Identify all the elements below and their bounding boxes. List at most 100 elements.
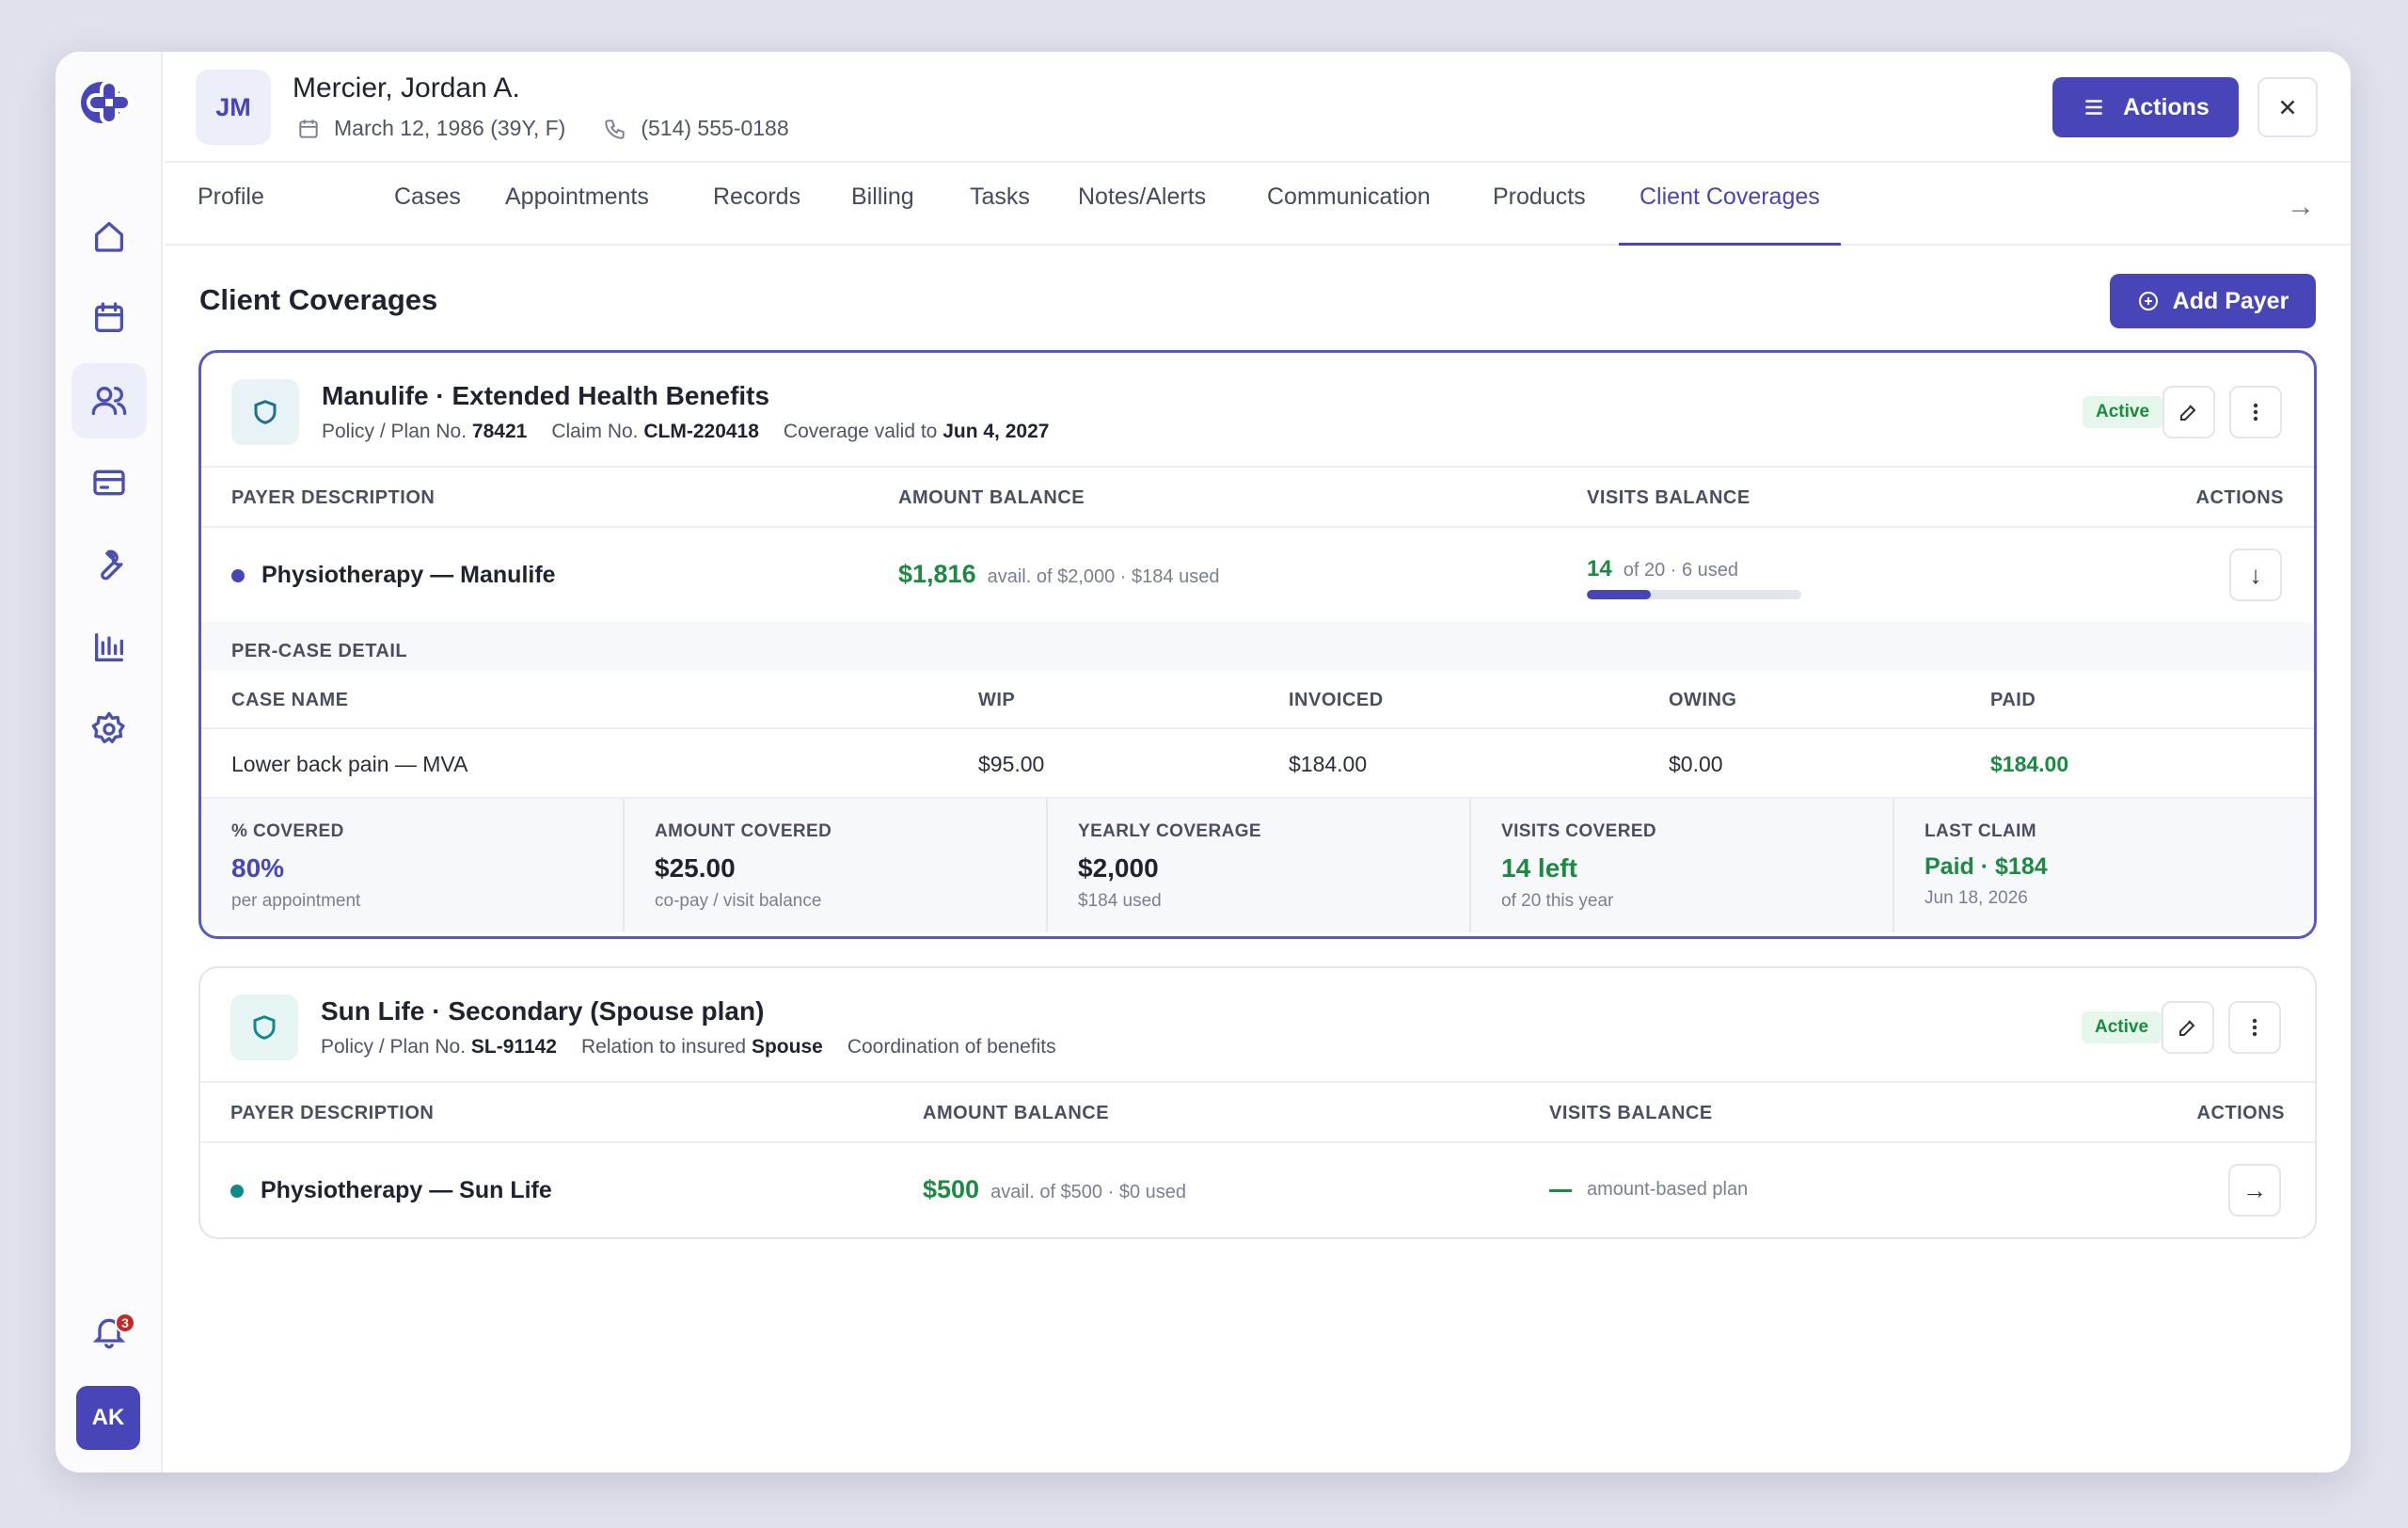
add-payer-button[interactable]: Add Payer: [2110, 274, 2316, 328]
tab-tasks[interactable]: Tasks: [970, 183, 1030, 246]
credit-card-icon: [93, 470, 125, 496]
case-table-header: CASE NAME WIP INVOICED OWING PAID: [201, 671, 2314, 729]
per-case-detail: PER-CASE DETAIL CASE NAME WIP INVOICED O…: [201, 622, 2314, 799]
more-options-button[interactable]: [2228, 1001, 2281, 1054]
tab-bar: Profile Cases Appointments Records Billi…: [165, 163, 2351, 246]
nav-settings[interactable]: [71, 692, 147, 767]
gear-icon: [91, 711, 125, 743]
edit-button[interactable]: [2162, 386, 2215, 438]
more-vertical-icon: [2253, 403, 2258, 422]
coverage-stats: % COVERED 80% per appointment AMOUNT COV…: [201, 799, 2314, 932]
patient-header: JM Mercier, Jordan A. March 12, 1986 (39…: [165, 52, 2351, 163]
relation: Spouse: [751, 1036, 823, 1058]
nav-reports[interactable]: [71, 610, 147, 685]
case-invoiced: $184.00: [1289, 752, 1368, 776]
home-icon: [95, 222, 123, 252]
patient-phone[interactable]: (514) 555-0188: [641, 116, 788, 141]
payer-row[interactable]: Physiotherapy — Sun Life $500 avail. of $…: [200, 1143, 2315, 1237]
tab-notes-alerts[interactable]: Notes/Alerts: [1078, 183, 1206, 246]
dash-icon: [1549, 1189, 1572, 1193]
close-button[interactable]: [2258, 77, 2318, 137]
main-content: JM Mercier, Jordan A. March 12, 1986 (39…: [165, 52, 2351, 1472]
payer-table-header: PAYER DESCRIPTION AMOUNT BALANCE VISITS …: [200, 1083, 2315, 1143]
tab-profile[interactable]: Profile: [198, 183, 264, 246]
close-icon: [2280, 100, 2295, 115]
visits-progress-bar: [1587, 590, 1801, 599]
tab-cases[interactable]: Cases: [394, 183, 461, 246]
tab-communication[interactable]: Communication: [1267, 183, 1431, 246]
edit-icon: [2179, 1020, 2195, 1036]
payer-row[interactable]: Physiotherapy — Manulife $1,816 avail. of…: [201, 528, 2314, 622]
valid-date: Jun 4, 2027: [943, 421, 1050, 442]
coverage-card-sunlife: Sun Life · Secondary (Spouse plan) Polic…: [198, 966, 2317, 1239]
sidebar: 3 AK: [55, 52, 163, 1472]
tab-products[interactable]: Products: [1493, 183, 1586, 246]
coverage-card-header: Manulife · Extended Health Benefits Poli…: [201, 353, 2314, 468]
status-dot: [231, 569, 245, 582]
more-options-button[interactable]: [2229, 386, 2282, 438]
open-button[interactable]: →: [2228, 1164, 2281, 1217]
nav-home[interactable]: [71, 199, 147, 274]
payer-description: Physiotherapy — Sun Life: [261, 1177, 552, 1203]
visits-balance: 14 of 20 · 6 used: [1587, 556, 1801, 599]
notification-count-badge: 3: [115, 1313, 135, 1333]
claim-number: CLM-220418: [643, 421, 759, 442]
add-payer-label: Add Payer: [2172, 287, 2289, 314]
status-badge: Active: [2083, 396, 2163, 428]
case-owing: $0.00: [1669, 752, 1723, 776]
patient-meta: March 12, 1986 (39Y, F) (514) 555-0188: [296, 116, 789, 141]
case-row[interactable]: Lower back pain — MVA $95.00 $184.00 $0.…: [201, 729, 2314, 799]
bar-chart-icon: [95, 633, 123, 661]
visits-progress-fill: [1587, 590, 1652, 599]
case-name: Lower back pain — MVA: [231, 752, 468, 776]
actions-button[interactable]: Actions: [2052, 77, 2239, 137]
calendar-icon: [95, 302, 123, 332]
edit-icon: [2180, 405, 2196, 421]
status-dot: [230, 1185, 244, 1198]
nav-calendar[interactable]: [71, 280, 147, 356]
stat-visits-covered: VISITS COVERED 14 left of 20 this year: [1471, 799, 1894, 932]
arrow-right-icon[interactable]: →: [2287, 191, 2315, 223]
app-logo[interactable]: [79, 72, 139, 133]
app-window: 3 AK JM Mercier, Jordan A. March 12, 198…: [55, 52, 2351, 1472]
user-avatar[interactable]: AK: [76, 1386, 140, 1450]
shield-icon: [231, 379, 299, 445]
more-vertical-icon: [2252, 1018, 2258, 1037]
coverage-subtitle: Policy / Plan No. SL-91142 Relation to in…: [321, 1036, 1056, 1058]
expand-button[interactable]: ↓: [2229, 549, 2282, 601]
payer-table-header: PAYER DESCRIPTION AMOUNT BALANCE VISITS …: [201, 468, 2314, 528]
tab-appointments[interactable]: Appointments: [505, 183, 649, 246]
nav-tools[interactable]: [71, 528, 147, 603]
visits-balance: amount-based plan: [1549, 1179, 1748, 1201]
stat-yearly-coverage: YEARLY COVERAGE $2,000 $184 used: [1048, 799, 1471, 932]
stat-percent-covered: % COVERED 80% per appointment: [201, 799, 625, 932]
policy-number: 78421: [471, 421, 528, 442]
nav-clients[interactable]: [71, 363, 147, 438]
policy-number: SL-91142: [470, 1036, 557, 1058]
edit-button[interactable]: [2162, 1001, 2214, 1054]
wrench-icon: [101, 549, 123, 581]
coverage-title: Manulife · Extended Health Benefits: [322, 381, 770, 410]
phone-icon: [605, 119, 625, 139]
tab-client-coverages[interactable]: Client Coverages: [1619, 183, 1841, 246]
shield-icon: [230, 995, 298, 1060]
payer-description: Physiotherapy — Manulife: [261, 562, 556, 588]
per-case-title: PER-CASE DETAIL: [231, 641, 408, 661]
arrow-right-icon: →: [2242, 1175, 2267, 1204]
coordination-of-benefits: Coordination of benefits: [847, 1036, 1056, 1058]
tab-billing[interactable]: Billing: [851, 183, 914, 246]
case-wip: $95.00: [978, 752, 1045, 776]
amount-balance: $1,816 avail. of $2,000 · $184 used: [898, 560, 1220, 588]
users-icon: [91, 387, 127, 415]
coverage-subtitle: Policy / Plan No. 78421 Claim No. CLM-220…: [322, 421, 1050, 442]
amount-balance: $500 avail. of $500 · $0 used: [923, 1175, 1186, 1203]
status-badge: Active: [2082, 1011, 2162, 1043]
calendar-icon: [299, 119, 318, 138]
patient-avatar: JM: [196, 70, 271, 145]
coverage-card-header: Sun Life · Secondary (Spouse plan) Polic…: [200, 968, 2315, 1083]
case-paid: $184.00: [1990, 752, 2069, 776]
nav-billing[interactable]: [71, 445, 147, 520]
notifications-button[interactable]: 3: [71, 1294, 147, 1369]
tab-records[interactable]: Records: [713, 183, 800, 246]
actions-label: Actions: [2123, 93, 2210, 120]
